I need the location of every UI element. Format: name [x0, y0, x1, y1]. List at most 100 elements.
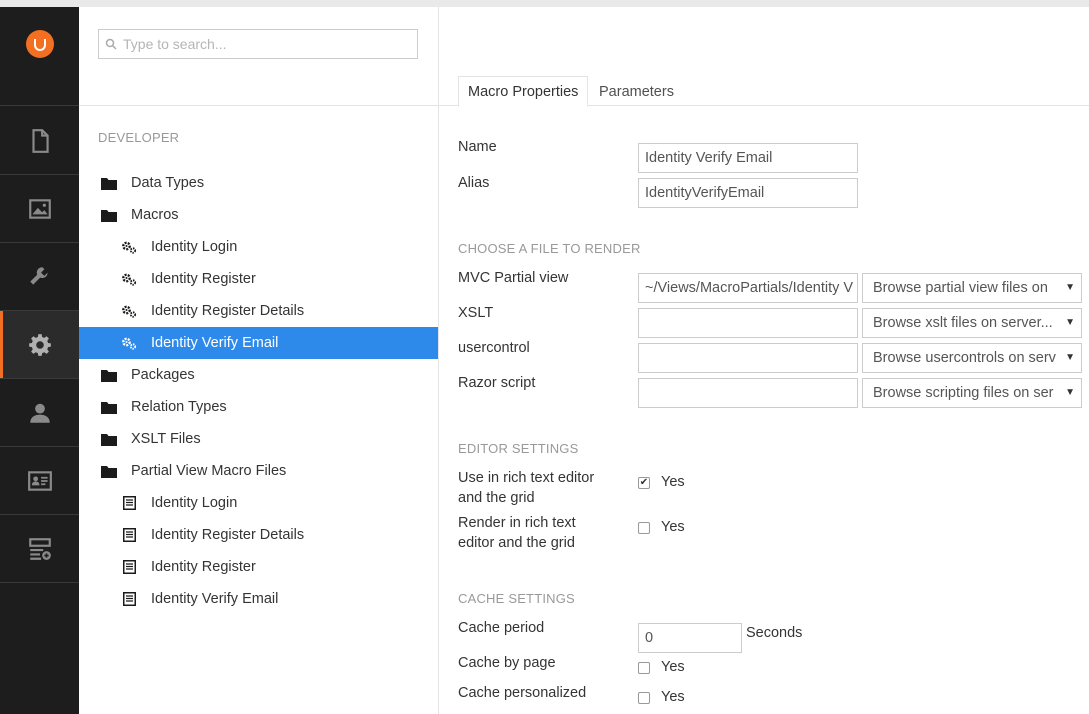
- nav-users[interactable]: [0, 379, 79, 447]
- id-card-icon: [27, 470, 52, 491]
- tree-item-label: Identity Register Details: [151, 303, 305, 319]
- tree-item[interactable]: Relation Types: [79, 391, 438, 423]
- cache-period-field[interactable]: 0: [638, 623, 742, 653]
- section-nav: [0, 7, 79, 714]
- folder-icon: [99, 209, 119, 222]
- tree-item-label: Partial View Macro Files: [131, 463, 287, 479]
- tree-item-label: Macros: [131, 207, 179, 223]
- tab-parameters[interactable]: Parameters: [590, 76, 683, 107]
- mvc-browse-select[interactable]: Browse partial view files on ▼: [862, 273, 1082, 303]
- tree-item[interactable]: Identity Login: [79, 231, 438, 263]
- use-rte-checkbox[interactable]: [638, 477, 650, 489]
- tab-macro-properties[interactable]: Macro Properties: [458, 76, 589, 107]
- dropdown-arrow-icon: ▼: [1065, 317, 1075, 328]
- alias-field[interactable]: IdentityVerifyEmail: [638, 178, 858, 208]
- folder-icon: [99, 177, 119, 190]
- tree-item[interactable]: Data Types: [79, 167, 438, 199]
- folder-icon: [99, 401, 119, 414]
- nav-settings[interactable]: [0, 243, 79, 311]
- usercontrol-browse-select[interactable]: Browse usercontrols on serv ▼: [862, 343, 1082, 373]
- dropdown-arrow-icon: ▼: [1065, 387, 1075, 398]
- wrench-icon: [29, 266, 48, 285]
- nav-media[interactable]: [0, 175, 79, 243]
- render-rte-label-line2: editor and the grid: [458, 535, 575, 551]
- razor-label: Razor script: [458, 375, 536, 391]
- tree-item[interactable]: Packages: [79, 359, 438, 391]
- usercontrol-field[interactable]: [638, 343, 858, 373]
- tree-item-label: Packages: [131, 367, 195, 383]
- tree-item[interactable]: Partial View Macro Files: [79, 455, 438, 487]
- razor-field[interactable]: [638, 378, 858, 408]
- render-rte-checkbox[interactable]: [638, 522, 650, 534]
- nav-content[interactable]: [0, 107, 79, 175]
- xslt-label: XSLT: [458, 305, 494, 321]
- cogs-icon: [119, 304, 139, 318]
- tree-item[interactable]: Identity Register Details: [79, 519, 438, 551]
- tree-item-label: Identity Register Details: [151, 527, 305, 543]
- alias-label: Alias: [458, 175, 490, 191]
- nav-forms[interactable]: [0, 515, 79, 583]
- tree-item[interactable]: Identity Register Details: [79, 295, 438, 327]
- file-icon: [119, 528, 139, 542]
- forms-icon: [28, 537, 51, 560]
- browser-top-strip: [0, 0, 1089, 7]
- xslt-browse-select[interactable]: Browse xslt files on server... ▼: [862, 308, 1082, 338]
- tree-item[interactable]: Identity Register: [79, 263, 438, 295]
- use-rte-label-line2: and the grid: [458, 490, 535, 506]
- mvc-partial-field[interactable]: ~/Views/MacroPartials/Identity V: [638, 273, 858, 303]
- editor-section-title: EDITOR SETTINGS: [458, 441, 579, 456]
- cache-period-label: Cache period: [458, 620, 545, 636]
- nav-developer[interactable]: [0, 311, 79, 379]
- cogs-icon: [119, 336, 139, 350]
- use-rte-yes-label: Yes: [661, 474, 685, 490]
- cogs-icon: [119, 240, 139, 254]
- tree-item-label: Identity Verify Email: [151, 335, 279, 351]
- tree-item[interactable]: Identity Login: [79, 487, 438, 519]
- tree-item[interactable]: Identity Verify Email: [79, 583, 438, 615]
- file-icon: [119, 592, 139, 606]
- tree-item[interactable]: Identity Verify Email: [79, 327, 438, 359]
- tree-section-title: DEVELOPER: [98, 130, 180, 145]
- file-icon: [119, 496, 139, 510]
- search-icon: [105, 38, 117, 50]
- nav-members[interactable]: [0, 447, 79, 515]
- tree-item-label: Identity Register: [151, 559, 256, 575]
- tree-item-label: Identity Login: [151, 239, 238, 255]
- razor-browse-text: Browse scripting files on ser: [873, 385, 1054, 401]
- razor-browse-select[interactable]: Browse scripting files on ser ▼: [862, 378, 1082, 408]
- xslt-browse-text: Browse xslt files on server...: [873, 315, 1053, 331]
- image-icon: [28, 198, 51, 219]
- cache-personalized-label: Cache personalized: [458, 685, 587, 701]
- cache-period-unit: Seconds: [746, 625, 803, 641]
- render-rte-yes-label: Yes: [661, 519, 685, 535]
- dropdown-arrow-icon: ▼: [1065, 282, 1075, 293]
- tree-item-label: XSLT Files: [131, 431, 201, 447]
- dropdown-arrow-icon: ▼: [1065, 352, 1075, 363]
- tree-item[interactable]: XSLT Files: [79, 423, 438, 455]
- umbraco-logo-icon[interactable]: [25, 30, 54, 58]
- tree-item[interactable]: Identity Register: [79, 551, 438, 583]
- name-label: Name: [458, 139, 497, 155]
- tree-item-label: Identity Register: [151, 271, 256, 287]
- tree-item-label: Relation Types: [131, 399, 227, 415]
- logo-area: [0, 7, 79, 106]
- tree-item-label: Identity Verify Email: [151, 591, 279, 607]
- cache-page-checkbox[interactable]: [638, 662, 650, 674]
- file-icon: [119, 560, 139, 574]
- usercontrol-browse-text: Browse usercontrols on serv: [873, 350, 1056, 366]
- name-field[interactable]: Identity Verify Email: [638, 143, 858, 173]
- folder-icon: [99, 433, 119, 446]
- cache-page-yes-label: Yes: [661, 659, 685, 675]
- cache-personalized-checkbox[interactable]: [638, 692, 650, 704]
- document-icon: [31, 128, 49, 153]
- mvc-browse-text: Browse partial view files on: [873, 280, 1048, 296]
- tree-panel: DEVELOPER Data Types Macros Identity Login…: [79, 7, 439, 714]
- cache-personalized-yes-label: Yes: [661, 689, 685, 705]
- search-input[interactable]: [123, 36, 403, 52]
- search-box: [98, 29, 418, 59]
- tree-item[interactable]: Macros: [79, 199, 438, 231]
- cogs-icon: [119, 272, 139, 286]
- cache-page-label: Cache by page: [458, 655, 556, 671]
- file-section-title: CHOOSE A FILE TO RENDER: [458, 241, 641, 256]
- xslt-field[interactable]: [638, 308, 858, 338]
